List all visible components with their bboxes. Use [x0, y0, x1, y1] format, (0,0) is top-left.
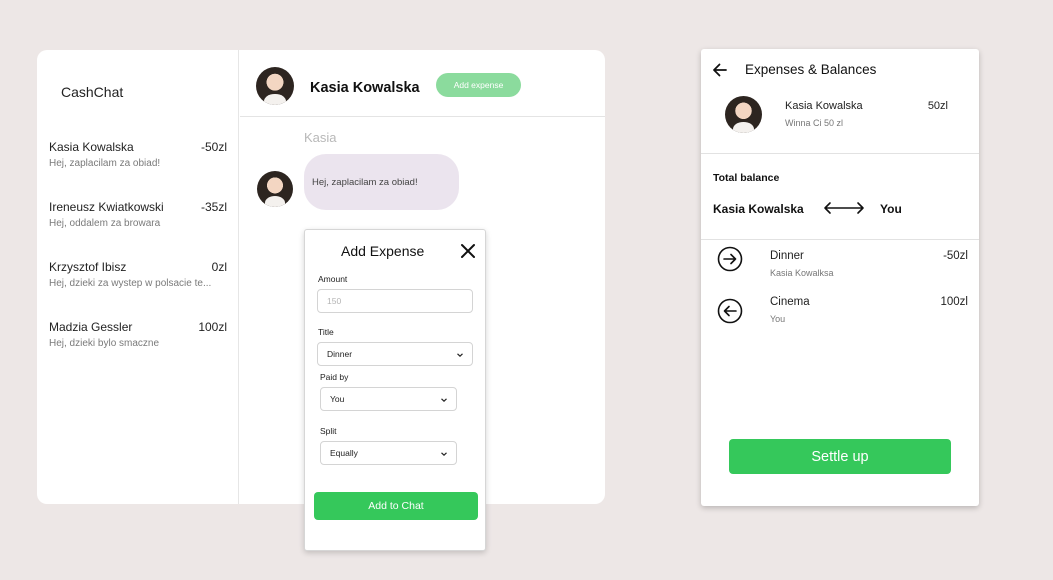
- arrow-left-circle-icon: [717, 298, 743, 324]
- transaction-subtitle: You: [770, 314, 786, 324]
- conversation-preview: Hej, zaplacilam za obiad!: [49, 158, 161, 169]
- paid-by-value: You: [330, 394, 345, 404]
- conversation-item[interactable]: Krzysztof Ibisz 0zl Hej, dzieki za wyste…: [49, 260, 227, 300]
- conversation-amount: -50zl: [200, 140, 227, 154]
- conversation-preview: Hej, dzieki bylo smaczne: [49, 338, 160, 349]
- settle-up-button[interactable]: Settle up: [729, 439, 951, 474]
- conversation-sidebar: CashChat Kasia Kowalska -50zl Hej, zapla…: [37, 50, 239, 504]
- conversation-name: Krzysztof Ibisz: [49, 260, 127, 274]
- paid-by-select[interactable]: You: [320, 387, 457, 411]
- transaction-title: Dinner: [770, 250, 804, 262]
- transaction-title: Cinema: [770, 296, 810, 308]
- total-balance-to: You: [880, 202, 902, 216]
- conversation-item[interactable]: Ireneusz Kwiatkowski -35zl Hej, oddalem …: [49, 200, 227, 240]
- amount-placeholder: 150: [327, 296, 342, 306]
- title-select[interactable]: Dinner: [317, 342, 473, 366]
- transaction-amount: 100zl: [940, 296, 969, 308]
- conversation-name: Ireneusz Kwiatkowski: [49, 200, 164, 214]
- conversation-item[interactable]: Kasia Kowalska -50zl Hej, zaplacilam za …: [49, 140, 227, 180]
- back-arrow-icon[interactable]: [712, 62, 728, 78]
- split-label: Split: [320, 426, 337, 436]
- transaction-amount: -50zl: [943, 250, 968, 262]
- amount-label: Amount: [318, 274, 348, 284]
- message-bubble: Hej, zaplacilam za obiad!: [304, 154, 459, 210]
- split-value: Equally: [330, 448, 358, 458]
- contact-avatar[interactable]: [256, 67, 294, 105]
- conversation-preview: Hej, oddalem za browara: [49, 218, 161, 229]
- total-balance-from: Kasia Kowalska: [713, 202, 804, 216]
- conversation-item[interactable]: Madzia Gessler 100zl Hej, dzieki bylo sm…: [49, 320, 227, 360]
- message-sender: Kasia: [304, 130, 337, 145]
- conversation-name: Madzia Gessler: [49, 320, 133, 334]
- divider: [701, 153, 979, 154]
- message-avatar: [257, 171, 293, 207]
- chevron-down-icon: [457, 353, 463, 358]
- contact-debt-note: Winna Ci 50 zl: [785, 118, 844, 128]
- conversation-amount: 100zl: [198, 320, 227, 334]
- swap-arrows-icon: [824, 202, 864, 214]
- contact-avatar: [725, 96, 762, 133]
- divider: [701, 239, 979, 240]
- add-to-chat-button[interactable]: Add to Chat: [314, 492, 478, 520]
- conversation-preview: Hej, dzieki za wystep w polsacie te...: [49, 278, 212, 289]
- transaction-subtitle: Kasia Kowalksa: [770, 268, 834, 278]
- chat-header: Kasia Kowalska Add expense: [240, 50, 605, 117]
- conversation-amount: 0zl: [211, 260, 227, 274]
- chevron-down-icon: [441, 452, 447, 457]
- contact-name: Kasia Kowalska: [310, 80, 420, 96]
- paid-by-label: Paid by: [320, 372, 349, 382]
- chevron-down-icon: [441, 398, 447, 403]
- arrow-right-circle-icon: [717, 246, 743, 272]
- message-text: Hej, zaplacilam za obiad!: [312, 176, 418, 188]
- app-title: CashChat: [61, 84, 124, 100]
- conversation-amount: -35zl: [200, 200, 227, 214]
- add-expense-modal: Add Expense Amount 150 Title Dinner Paid…: [304, 229, 486, 551]
- title-label: Title: [318, 327, 334, 337]
- contact-balance: 50zl: [927, 100, 948, 112]
- add-expense-button[interactable]: Add expense: [436, 73, 521, 97]
- total-balance-label: Total balance: [713, 172, 780, 184]
- close-icon[interactable]: [459, 242, 477, 260]
- contact-name: Kasia Kowalska: [785, 100, 863, 112]
- expenses-balances-panel: Expenses & Balances Kasia Kowalska Winna…: [701, 49, 979, 506]
- title-value: Dinner: [327, 349, 353, 359]
- panel-title: Expenses & Balances: [745, 62, 877, 77]
- modal-title: Add Expense: [341, 243, 425, 259]
- conversation-name: Kasia Kowalska: [49, 140, 134, 154]
- amount-input[interactable]: 150: [317, 289, 473, 313]
- split-select[interactable]: Equally: [320, 441, 457, 465]
